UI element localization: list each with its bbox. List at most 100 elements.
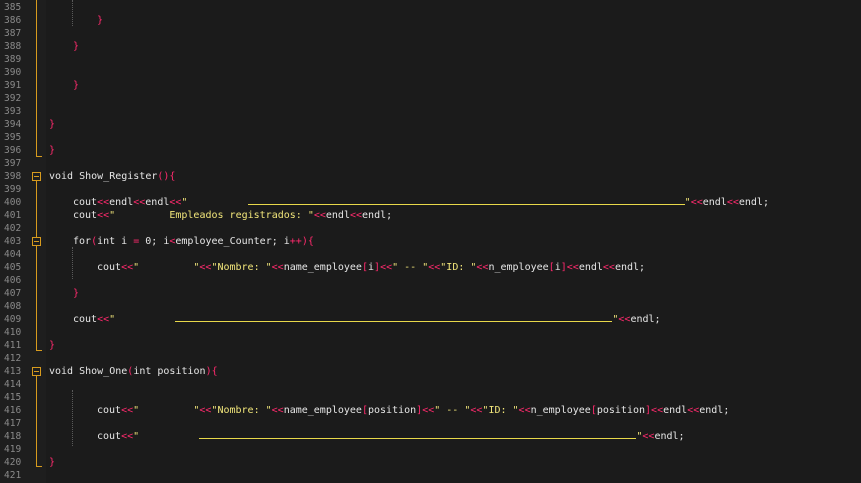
code-token: << [642,431,655,442]
underscore-string-segment [175,313,613,322]
code-token: endl [145,197,170,208]
code-token: endl [663,405,688,416]
indent-guide [72,247,73,279]
code-token: << [518,405,531,416]
code-token: << [121,405,134,416]
line-number: 388 [4,41,22,52]
fold-end-marker [36,156,42,157]
line-number: 404 [4,249,22,260]
code-editor[interactable]: 385 386 387 388 389 390 391 392 393 394 395 396 397 3… [0,0,861,483]
code-token: } [73,41,80,52]
line-number: 385 [4,2,22,13]
line-number: 421 [4,470,22,481]
line-number: 403 [4,236,22,247]
code-token: " Empleados registrados: " [109,210,314,221]
code-token: << [271,405,284,416]
code-token: << [349,210,363,221]
line-number: 395 [4,132,22,143]
code-line[interactable]: } [49,144,55,157]
line-number: 418 [4,431,22,442]
line-number: 392 [4,93,22,104]
code-token: << [169,197,182,208]
code-token: void Show_Register [49,171,158,182]
code-line[interactable]: void Show_One(int position){ [49,365,218,378]
code-line[interactable]: } [49,456,55,469]
code-token: cout [73,210,98,221]
code-token: endl [578,262,603,273]
line-number: 397 [4,158,22,169]
code-line[interactable]: cout<<" "<<endl; [97,430,685,443]
code-token: employee_Counter; i [175,236,290,247]
code-token: void Show_One [49,366,128,377]
line-number: 398 [4,171,22,182]
code-token: << [133,197,146,208]
code-token: } [73,288,80,299]
code-token: << [271,262,284,273]
code-token: endl; [614,262,646,273]
code-token: int position [133,366,206,377]
code-token: ){ [205,366,218,377]
code-token: "Nombre: " [211,262,272,273]
line-number: 413 [4,366,22,377]
collapse-icon[interactable] [32,237,41,246]
code-line[interactable]: for(int i = 0; i<employee_Counter; i++){ [73,235,314,248]
line-number: 394 [4,119,22,130]
line-number: 416 [4,405,22,416]
code-token: } [49,119,56,130]
line-number: 401 [4,210,22,221]
line-number: 393 [4,106,22,117]
code-token: for [73,236,92,247]
line-number: 412 [4,353,22,364]
code-line[interactable]: cout<<" "<<endl; [73,313,661,326]
code-token: "ID: " [482,405,519,416]
code-line[interactable]: } [97,14,103,27]
code-token: << [380,262,393,273]
line-number: 410 [4,327,22,338]
code-line[interactable]: cout<<" "<<"Nombre: "<<name_employee[i]<… [97,261,645,274]
code-token: "ID: " [440,262,477,273]
code-line[interactable]: void Show_Register(){ [49,170,175,183]
underscore-string-segment [247,196,685,205]
code-line[interactable]: } [49,339,55,352]
code-token: (){ [157,171,176,182]
code-token: ++ [289,236,302,247]
fold-line [36,181,37,350]
code-token: cout [97,431,122,442]
line-number: 415 [4,392,22,403]
code-token: } [49,457,56,468]
code-line[interactable]: cout<<" Empleados registrados: "<<endl<<… [73,209,392,222]
code-line[interactable]: } [49,118,55,131]
code-token: << [566,262,579,273]
code-token: position [596,405,646,416]
line-number: 414 [4,379,22,390]
code-line[interactable]: } [73,40,79,53]
code-token: << [97,210,110,221]
code-token: "Nombre: " [211,405,272,416]
code-token: } [73,80,80,91]
fold-end-marker [36,350,42,351]
code-token: << [121,262,134,273]
line-number: 400 [4,197,22,208]
code-line[interactable]: cout<<" "<<"Nombre: "<<name_employee[pos… [97,404,729,417]
code-token: name_employee [283,262,362,273]
line-number: 406 [4,275,22,286]
code-area[interactable]: }}}}} void Show_Register(){cout<<endl<<en… [46,0,861,483]
line-number: 390 [4,67,22,78]
code-token: " -- " [434,405,471,416]
indent-guide [72,0,73,26]
code-line[interactable]: } [73,79,79,92]
collapse-icon[interactable] [32,172,41,181]
code-token: int i [97,236,134,247]
line-number: 411 [4,340,22,351]
code-token: endl; [654,431,685,442]
collapse-icon[interactable] [32,367,41,376]
line-number: 405 [4,262,22,273]
line-number: 417 [4,418,22,429]
fold-gutter[interactable] [28,0,46,483]
code-line[interactable]: } [73,287,79,300]
code-token: << [726,197,739,208]
line-number: 396 [4,145,22,156]
code-token: << [690,197,703,208]
code-token: << [199,262,212,273]
code-line[interactable]: cout<<endl<<endl<<" "<<endl<<endl; [73,196,769,209]
